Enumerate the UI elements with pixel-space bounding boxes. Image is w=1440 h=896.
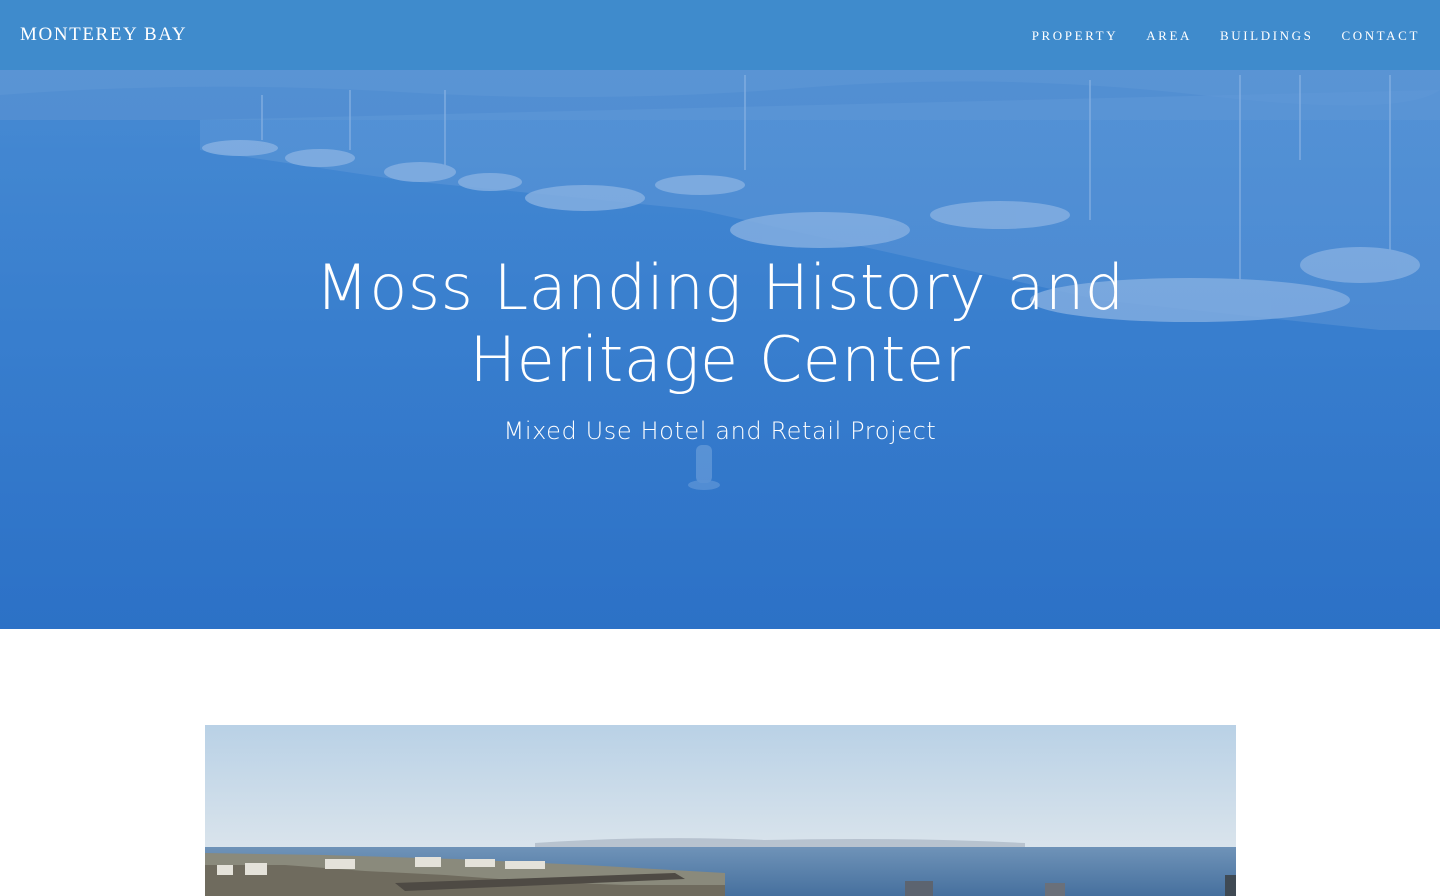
harbor-photo-image <box>205 725 1236 896</box>
nav-link-property[interactable]: PROPERTY <box>1032 28 1118 44</box>
hero-title: Moss Landing History and Heritage Center <box>220 252 1220 396</box>
harbor-photo <box>205 725 1236 896</box>
hero-section: Moss Landing History and Heritage Center… <box>0 0 1440 629</box>
top-navigation-bar: MONTEREY BAY PROPERTY AREA BUILDINGS CON… <box>0 0 1440 70</box>
main-navigation: PROPERTY AREA BUILDINGS CONTACT <box>1032 28 1420 44</box>
hero-subtitle: Mixed Use Hotel and Retail Project <box>503 417 937 445</box>
nav-link-contact[interactable]: CONTACT <box>1341 28 1420 44</box>
hero-title-line1: Moss Landing History and <box>315 251 1125 324</box>
nav-link-buildings[interactable]: BUILDINGS <box>1220 28 1313 44</box>
hero-title-line2: Heritage Center <box>469 323 971 396</box>
nav-link-area[interactable]: AREA <box>1146 28 1192 44</box>
site-logo-text[interactable]: MONTEREY BAY <box>20 24 187 46</box>
